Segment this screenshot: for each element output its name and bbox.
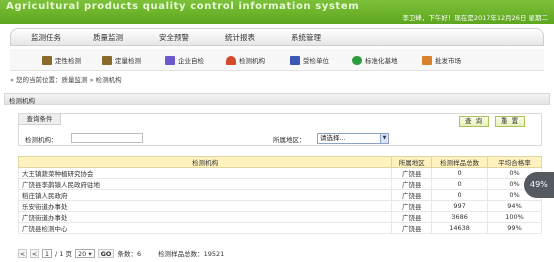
- sample-total: 检测样品总数：19521: [158, 250, 225, 258]
- sub-nav: 定性检测 定量检测 企业自检 检测机构 受检单位 标准化基地 批发市场: [10, 49, 544, 71]
- cell-region: 广饶县: [391, 211, 433, 223]
- search-button[interactable]: 查 询: [459, 116, 490, 127]
- nav-safety-warning[interactable]: 安全预警: [159, 29, 189, 46]
- table-header-row: 检测机构 所属地区 检测样品总数 平均合格率: [17, 156, 542, 168]
- col-org[interactable]: 检测机构: [17, 156, 393, 168]
- col-rate[interactable]: 平均合格率: [487, 156, 542, 168]
- subnav-self-check[interactable]: 企业自检: [165, 54, 204, 66]
- inspection-org-table: 检测机构 所属地区 检测样品总数 平均合格率 大王镇蔬菜种植研究协会 广饶县 0…: [17, 156, 542, 234]
- col-region[interactable]: 所属地区: [391, 156, 433, 168]
- first-page-button[interactable]: <: [18, 248, 27, 258]
- go-button[interactable]: GO: [97, 248, 115, 258]
- section-title: 检测机构: [9, 97, 35, 105]
- cell-samples: 0: [431, 189, 489, 201]
- cell-org: 广饶县检测中心: [17, 222, 393, 234]
- query-tab[interactable]: 查询条件: [19, 114, 61, 125]
- subnav-inspected-unit[interactable]: 受检单位: [290, 54, 329, 66]
- table-row[interactable]: 广饶街道办事处 广饶县 3686 100%: [17, 211, 542, 223]
- org-label: 检测机构：: [25, 136, 58, 144]
- cell-rate: 94%: [487, 200, 542, 212]
- app-header: Agricultural products quality control in…: [0, 0, 554, 24]
- cell-org: 大王镇蔬菜种植研究协会: [17, 167, 393, 179]
- table-row[interactable]: 稻庄镇人民政府 广饶县 0 0%: [17, 189, 542, 201]
- cell-samples: 3686: [431, 211, 489, 223]
- page-size-select[interactable]: 20 ▾: [74, 248, 95, 258]
- factory-icon: [165, 55, 175, 65]
- market-icon: [422, 55, 432, 65]
- subnav-label: 批发市场: [435, 57, 461, 65]
- main-nav: 监测任务 质量监测 安全预警 统计报表 系统管理: [10, 28, 544, 46]
- cell-rate: 99%: [487, 222, 542, 234]
- nav-monitoring-task[interactable]: 监测任务: [31, 29, 61, 46]
- pager: < < 1 / 1 页 20 ▾ GO 条数：6 检测样品总数：19521: [18, 247, 224, 259]
- cell-samples: 0: [431, 178, 489, 190]
- subnav-label: 受检单位: [303, 57, 329, 65]
- cell-region: 广饶县: [391, 200, 433, 212]
- floating-progress-badge[interactable]: 49%: [524, 172, 554, 198]
- subnav-qualitative[interactable]: 定性检测: [42, 54, 81, 66]
- subnav-label: 标准化基地: [365, 57, 398, 65]
- nav-statistics[interactable]: 统计报表: [225, 29, 255, 46]
- house-icon: [226, 55, 236, 65]
- cell-samples: 0: [431, 167, 489, 179]
- cell-org: 广饶街道办事处: [17, 211, 393, 223]
- subnav-label: 定性检测: [55, 57, 81, 65]
- reset-button[interactable]: 重 置: [495, 116, 526, 127]
- cell-region: 广饶县: [391, 189, 433, 201]
- prev-page-button[interactable]: <: [30, 248, 39, 258]
- table-row[interactable]: 广饶县李鹊镇人民政府驻地 广饶县 0 0%: [17, 178, 542, 190]
- cell-region: 广饶县: [391, 167, 433, 179]
- app-title: Agricultural products quality control in…: [6, 1, 360, 12]
- query-panel: 查询条件 查 询 重 置 检测机构： 所属地区： 请选择... ▼: [18, 113, 542, 146]
- table-row[interactable]: 乐安街道办事处 广饶县 997 94%: [17, 200, 542, 212]
- section-header: 检测机构: [4, 93, 550, 105]
- subnav-label: 定量检测: [115, 57, 141, 65]
- table-row[interactable]: 广饶县检测中心 广饶县 14638 99%: [17, 222, 542, 234]
- cell-org: 乐安街道办事处: [17, 200, 393, 212]
- building-icon: [42, 55, 52, 65]
- building-icon: [102, 55, 112, 65]
- nav-quality-monitoring[interactable]: 质量监测: [93, 29, 123, 46]
- cell-region: 广饶县: [391, 222, 433, 234]
- factory-icon: [290, 55, 300, 65]
- subnav-standard-base[interactable]: 标准化基地: [352, 54, 398, 66]
- cell-samples: 997: [431, 200, 489, 212]
- region-label: 所属地区：: [273, 136, 306, 144]
- region-selected: 请选择...: [320, 134, 346, 142]
- org-input[interactable]: [71, 133, 143, 143]
- subnav-label: 企业自检: [178, 57, 204, 65]
- leaf-icon: [352, 55, 362, 65]
- page-input[interactable]: 1: [42, 248, 52, 258]
- subnav-wholesale-market[interactable]: 批发市场: [422, 54, 461, 66]
- cell-region: 广饶县: [391, 178, 433, 190]
- page-total-text: / 1 页: [55, 250, 72, 258]
- record-count: 条数：6: [117, 250, 142, 258]
- user-greeting: 李卫峰，下午好！现在是2017年12月26日 星期二: [402, 14, 548, 22]
- subnav-label: 检测机构: [239, 57, 265, 65]
- page-size-value: 20: [77, 249, 87, 258]
- region-select[interactable]: 请选择... ▼: [317, 133, 389, 144]
- cell-org: 广饶县李鹊镇人民政府驻地: [17, 178, 393, 190]
- subnav-quantitative[interactable]: 定量检测: [102, 54, 141, 66]
- subnav-inspection-org[interactable]: 检测机构: [226, 54, 265, 66]
- nav-system-admin[interactable]: 系统管理: [291, 29, 321, 46]
- cell-org: 稻庄镇人民政府: [17, 189, 393, 201]
- chevron-down-icon: ▼: [380, 134, 388, 143]
- cell-rate: 100%: [487, 211, 542, 223]
- col-samples[interactable]: 检测样品总数: [431, 156, 489, 168]
- cell-samples: 14638: [431, 222, 489, 234]
- breadcrumb: » 您的当前位置：质量监测 » 检测机构: [10, 76, 122, 84]
- table-row[interactable]: 大王镇蔬菜种植研究协会 广饶县 0 0%: [17, 167, 542, 179]
